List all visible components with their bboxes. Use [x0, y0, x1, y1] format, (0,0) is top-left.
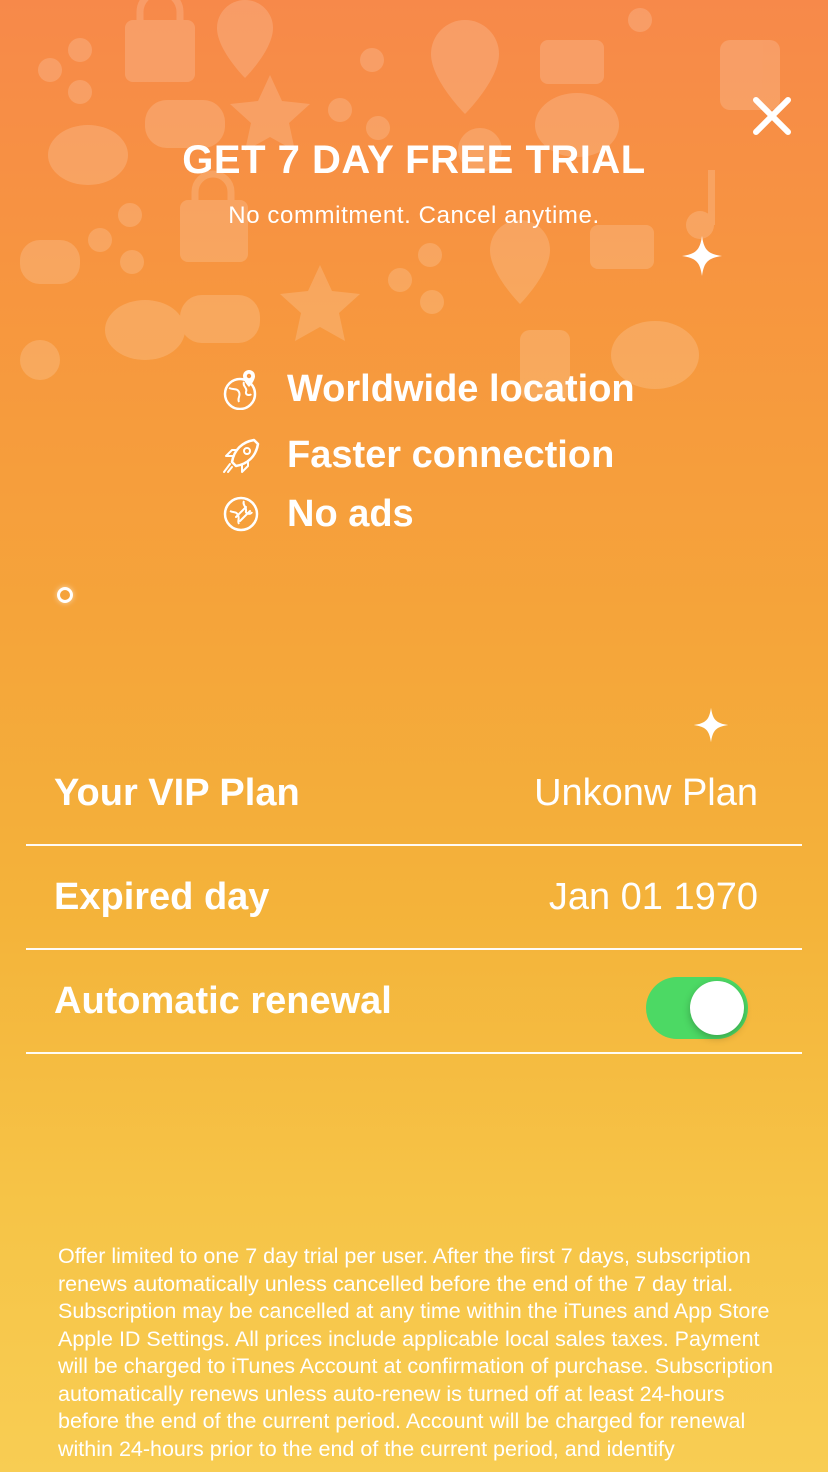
feature-item-no-ads: No ads: [220, 489, 414, 539]
rocket-icon: [223, 438, 260, 473]
vip-plan-row: Your VIP Plan Unkonw Plan: [26, 742, 802, 846]
sparkle-icon: [693, 707, 729, 743]
expired-day-value: Jan 01 1970: [548, 876, 758, 918]
vip-plan-label: Your VIP Plan: [54, 772, 300, 814]
globe-pin-icon: [223, 370, 257, 410]
page-subtitle: No commitment. Cancel anytime.: [228, 202, 600, 229]
feature-item-faster-connection: Faster connection: [220, 430, 614, 480]
legal-text: Offer limited to one 7 day trial per use…: [58, 1244, 774, 1461]
ring-decoration: [57, 587, 73, 603]
expired-day-row: Expired day Jan 01 1970: [26, 846, 802, 950]
automatic-renewal-label: Automatic renewal: [54, 980, 392, 1022]
expired-day-label: Expired day: [54, 876, 270, 918]
close-button[interactable]: [748, 92, 796, 140]
background-pattern: [20, 0, 780, 400]
sparkle-icon: [682, 236, 722, 276]
automatic-renewal-toggle[interactable]: [646, 977, 748, 1039]
close-icon: [753, 97, 791, 135]
feature-label: No ads: [287, 492, 414, 535]
vip-plan-value: Unkonw Plan: [534, 772, 758, 814]
feature-item-worldwide-location: Worldwide location: [220, 364, 635, 414]
toggle-knob[interactable]: [690, 981, 744, 1035]
feature-label: Faster connection: [287, 433, 615, 476]
no-ads-icon: [223, 496, 259, 532]
page-title: GET 7 DAY FREE TRIAL: [182, 138, 646, 182]
feature-label: Worldwide location: [287, 367, 635, 410]
automatic-renewal-row: Automatic renewal: [26, 950, 802, 1054]
